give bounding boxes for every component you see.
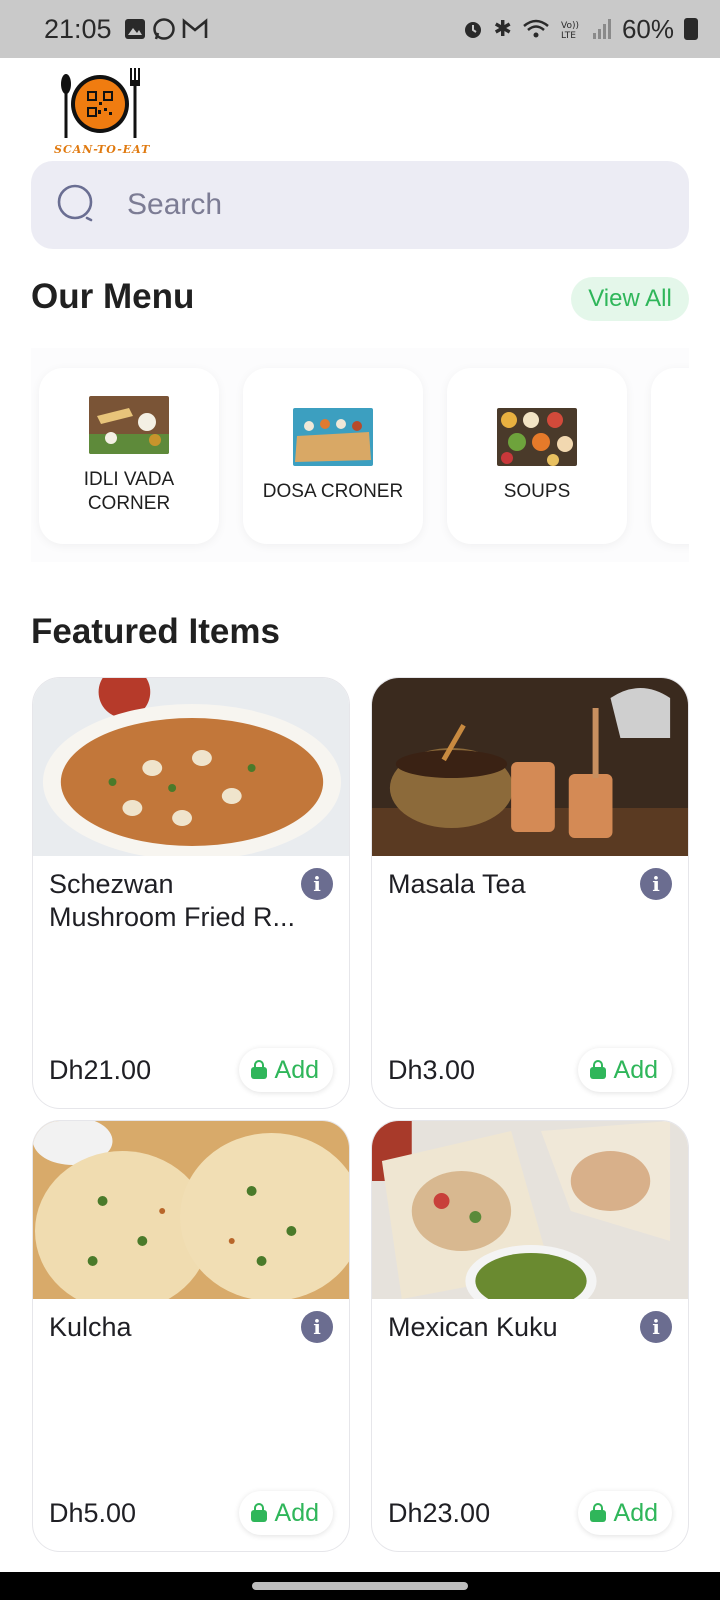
- category-label: DOSA CRONER: [262, 481, 404, 502]
- gmail-icon: [182, 18, 207, 38]
- featured-item-card[interactable]: Masala Tea i Dh3.00 Add: [371, 677, 689, 1109]
- battery-icon: [684, 18, 698, 40]
- info-icon[interactable]: i: [640, 1311, 672, 1343]
- battery-percent: 60%: [621, 13, 674, 44]
- item-name: Mexican Kuku: [388, 1312, 558, 1342]
- item-name: Masala Tea: [388, 869, 526, 899]
- svg-text:Vo)): Vo)): [561, 21, 579, 31]
- category-label: SOUPS: [503, 481, 571, 502]
- search-input[interactable]: Search: [31, 161, 689, 249]
- wifi-icon: [523, 19, 549, 38]
- shopping-bag-icon: [250, 1060, 267, 1079]
- search-icon: [57, 184, 93, 222]
- kulcha-image: [33, 1121, 349, 1299]
- navigation-bar: [0, 1572, 720, 1600]
- add-button[interactable]: Add: [577, 1491, 672, 1535]
- soups-image: [497, 408, 577, 466]
- shopping-bag-icon: [589, 1503, 606, 1522]
- item-name: Schezwan Mushroom Fried R...: [49, 869, 296, 932]
- add-label: Add: [613, 1498, 658, 1527]
- search-placeholder: Search: [127, 188, 223, 221]
- info-icon[interactable]: i: [640, 868, 672, 900]
- add-button[interactable]: Add: [238, 1491, 333, 1535]
- item-price: Dh23.00: [388, 1498, 491, 1528]
- signal-icon: [592, 19, 611, 39]
- featured-item-card[interactable]: Schezwan Mushroom Fried R... i Dh21.00 A…: [32, 677, 350, 1109]
- shopping-bag-icon: [589, 1060, 606, 1079]
- logo-text: SCAN-TO-EAT: [54, 143, 151, 156]
- category-card-idli-vada[interactable]: IDLI VADA CORNER: [39, 368, 219, 544]
- idli-vada-image: [89, 396, 169, 454]
- view-all-button[interactable]: View All: [571, 277, 689, 321]
- masala-tea-image: [372, 678, 688, 856]
- item-price: Dh5.00: [49, 1498, 137, 1528]
- featured-items-title: Featured Items: [31, 612, 280, 651]
- info-icon[interactable]: i: [301, 868, 333, 900]
- fried-rice-image: [33, 678, 349, 856]
- volte-icon: Vo))LTE: [561, 21, 579, 40]
- alarm-icon: [464, 22, 481, 38]
- category-card-dosa[interactable]: DOSA CRONER: [243, 368, 423, 544]
- whatsapp-icon: [152, 18, 175, 40]
- svg-text:LTE: LTE: [561, 31, 576, 40]
- shopping-bag-icon: [250, 1503, 267, 1522]
- mexican-kuku-image: [372, 1121, 688, 1299]
- add-label: Add: [274, 1055, 319, 1084]
- status-time: 21:05: [44, 13, 112, 44]
- item-price: Dh3.00: [388, 1055, 476, 1085]
- category-label: IDLI VADA CORNER: [83, 469, 175, 514]
- home-gesture-handle[interactable]: [252, 1582, 468, 1590]
- category-card-partial[interactable]: [651, 368, 689, 544]
- image-icon: [124, 19, 145, 39]
- add-label: Add: [613, 1055, 658, 1084]
- category-carousel[interactable]: IDLI VADA CORNER DOSA CRONER SOUPS: [31, 348, 689, 562]
- bluetooth-icon: ✱: [493, 16, 512, 41]
- item-price: Dh21.00: [49, 1055, 152, 1085]
- status-bar: 21:05 ✱ Vo)) LTE 60%: [0, 0, 720, 58]
- add-button[interactable]: Add: [577, 1048, 672, 1092]
- add-label: Add: [274, 1498, 319, 1527]
- featured-item-card[interactable]: Kulcha i Dh5.00 Add: [32, 1120, 350, 1552]
- our-menu-title: Our Menu: [31, 277, 195, 316]
- category-card-soups[interactable]: SOUPS: [447, 368, 627, 544]
- dosa-image: [293, 408, 373, 466]
- item-name: Kulcha: [49, 1312, 132, 1342]
- info-icon[interactable]: i: [301, 1311, 333, 1343]
- add-button[interactable]: Add: [238, 1048, 333, 1092]
- featured-item-card[interactable]: Mexican Kuku i Dh23.00 Add: [371, 1120, 689, 1552]
